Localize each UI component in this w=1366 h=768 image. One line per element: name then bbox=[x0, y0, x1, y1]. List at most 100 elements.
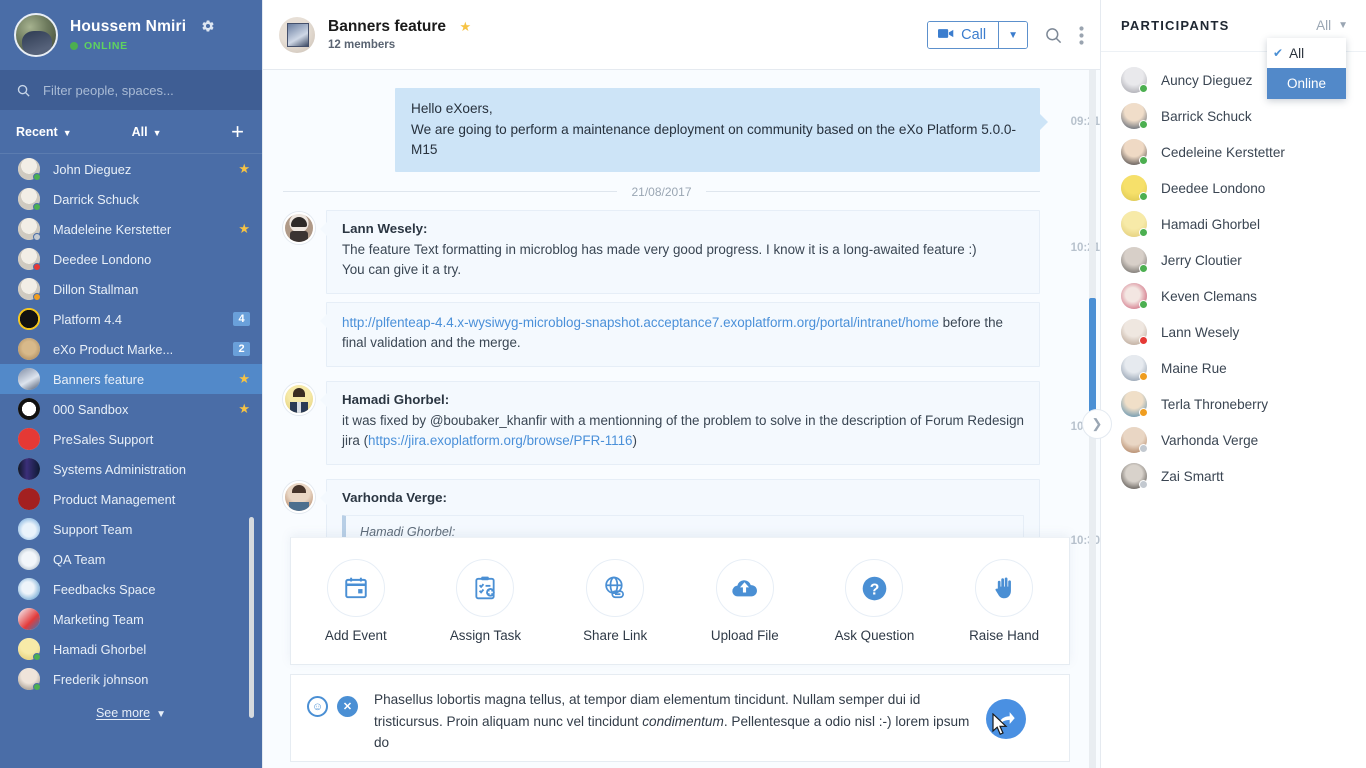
star-icon[interactable]: ★ bbox=[238, 161, 250, 177]
call-button-group: Call ▼ bbox=[927, 21, 1028, 49]
call-button[interactable]: Call bbox=[928, 22, 999, 48]
participant-item[interactable]: Jerry Cloutier bbox=[1101, 242, 1366, 278]
sidebar-item-madeleine-kerstetter[interactable]: Madeleine Kerstetter ★ bbox=[0, 214, 262, 244]
avatar bbox=[18, 338, 40, 360]
clipboard-task-icon bbox=[456, 559, 515, 617]
star-icon[interactable]: ★ bbox=[238, 401, 250, 417]
action-assign-task[interactable]: Assign Task bbox=[423, 559, 548, 643]
participant-item[interactable]: Zai Smartt bbox=[1101, 458, 1366, 494]
close-circle-icon[interactable]: ✕ bbox=[337, 696, 358, 717]
sidebar-item-john-dieguez[interactable]: John Dieguez ★ bbox=[0, 154, 262, 184]
kebab-menu-icon[interactable] bbox=[1079, 25, 1084, 45]
avatar bbox=[1121, 103, 1148, 129]
star-icon[interactable]: ★ bbox=[459, 19, 471, 35]
participant-item[interactable]: Varhonda Verge bbox=[1101, 422, 1366, 458]
participant-item[interactable]: Lann Wesely bbox=[1101, 314, 1366, 350]
call-options-caret[interactable]: ▼ bbox=[998, 22, 1027, 48]
action-ask-question[interactable]: ? Ask Question bbox=[812, 559, 937, 643]
sidebar-item-product-management[interactable]: Product Management bbox=[0, 484, 262, 514]
message-composer[interactable]: ☺ ✕ Phasellus lobortis magna tellus, at … bbox=[290, 674, 1070, 762]
participant-item[interactable]: Deedee Londono bbox=[1101, 170, 1366, 206]
message-text-part: ) bbox=[632, 433, 637, 448]
sidebar-item-support-team[interactable]: Support Team bbox=[0, 514, 262, 544]
user-profile-bar[interactable]: Houssem Nmiri ONLINE bbox=[0, 0, 262, 70]
sidebar-item-exo-product-marke[interactable]: eXo Product Marke... 2 bbox=[0, 334, 262, 364]
participant-item[interactable]: Maine Rue bbox=[1101, 350, 1366, 386]
avatar bbox=[18, 608, 40, 630]
message-link[interactable]: https://jira.exoplatform.org/browse/PFR-… bbox=[368, 433, 632, 448]
message-link[interactable]: http://plfenteap-4.4.x-wysiwyg-microblog… bbox=[342, 315, 939, 330]
participant-item[interactable]: Hamadi Ghorbel bbox=[1101, 206, 1366, 242]
sidebar-item-frederik-johnson[interactable]: Frederik johnson bbox=[0, 664, 262, 694]
sidebar-item-systems-administration[interactable]: Systems Administration bbox=[0, 454, 262, 484]
calendar-icon bbox=[326, 559, 385, 617]
action-raise-hand[interactable]: Raise Hand bbox=[942, 559, 1067, 643]
filter-all-dropdown[interactable]: All ▼ bbox=[132, 125, 162, 139]
avatar bbox=[1121, 319, 1148, 345]
message-bubble: Hamadi Ghorbel: it was fixed by @boubake… bbox=[320, 380, 1040, 465]
menu-item-online[interactable]: Online bbox=[1267, 68, 1346, 99]
participant-item[interactable]: Barrick Schuck bbox=[1101, 98, 1366, 134]
message-incoming-link: http://plfenteap-4.4.x-wysiwyg-microblog… bbox=[283, 301, 1040, 367]
avatar bbox=[18, 638, 41, 661]
participant-name: Keven Clemans bbox=[1161, 288, 1257, 304]
message-incoming: Lann Wesely: The feature Text formatting… bbox=[283, 209, 1100, 294]
divider bbox=[705, 191, 1040, 192]
participant-item[interactable]: Terla Throneberry bbox=[1101, 386, 1366, 422]
avatar bbox=[1121, 355, 1148, 381]
sidebar-item-hamadi-ghorbel[interactable]: Hamadi Ghorbel bbox=[0, 634, 262, 664]
header-actions: Call ▼ bbox=[927, 0, 1084, 70]
star-icon[interactable]: ★ bbox=[238, 371, 250, 387]
quick-actions-panel: Add Event Assign Task Share Link Upload Fil… bbox=[290, 537, 1070, 665]
sidebar-item-darrick-schuck[interactable]: Darrick Schuck bbox=[0, 184, 262, 214]
sidebar-item-000-sandbox[interactable]: 000 Sandbox ★ bbox=[0, 394, 262, 424]
sidebar-item-presales-support[interactable]: PreSales Support bbox=[0, 424, 262, 454]
sidebar-item-label: Marketing Team bbox=[53, 611, 144, 627]
sidebar-item-marketing-team[interactable]: Marketing Team bbox=[0, 604, 262, 634]
sidebar-item-label: Product Management bbox=[53, 491, 176, 507]
sidebar-item-banners-feature[interactable]: Banners feature ★ bbox=[0, 364, 262, 394]
search-icon[interactable] bbox=[1044, 26, 1063, 45]
participant-item[interactable]: Cedeleine Kerstetter bbox=[1101, 134, 1366, 170]
composer-icons: ☺ ✕ bbox=[307, 696, 358, 717]
action-share-link[interactable]: Share Link bbox=[553, 559, 678, 643]
status-dot-icon bbox=[1139, 84, 1148, 93]
avatar bbox=[283, 382, 315, 415]
action-add-event[interactable]: Add Event bbox=[293, 559, 418, 643]
smiley-icon[interactable]: ☺ bbox=[307, 696, 328, 717]
action-label: Ask Question bbox=[834, 628, 915, 643]
participant-item[interactable]: Keven Clemans bbox=[1101, 278, 1366, 314]
sidebar-item-feedbacks-space[interactable]: Feedbacks Space bbox=[0, 574, 262, 604]
filter-recent-dropdown[interactable]: Recent ▼ bbox=[16, 125, 72, 139]
avatar bbox=[18, 308, 40, 330]
composer-input[interactable]: Phasellus lobortis magna tellus, at temp… bbox=[374, 689, 974, 754]
participant-name: Hamadi Ghorbel bbox=[1161, 216, 1260, 232]
check-icon: ✔ bbox=[1273, 46, 1284, 60]
status-dot-icon bbox=[1139, 372, 1148, 381]
message-bubble: http://plfenteap-4.4.x-wysiwyg-microblog… bbox=[320, 301, 1040, 367]
avatar bbox=[18, 428, 40, 450]
menu-item-all[interactable]: ✔ All bbox=[1267, 38, 1346, 68]
sidebar-scrollbar[interactable] bbox=[249, 517, 254, 718]
gear-icon[interactable] bbox=[201, 19, 215, 36]
search-input[interactable] bbox=[43, 82, 246, 98]
svg-text:?: ? bbox=[870, 581, 880, 598]
composer-text-italic: condimentum bbox=[642, 713, 724, 729]
chevron-down-icon: ▼ bbox=[1338, 20, 1348, 31]
add-conversation-button[interactable]: + bbox=[231, 120, 244, 143]
sidebar-item-platform-4-4[interactable]: Platform 4.4 4 bbox=[0, 304, 262, 334]
send-button[interactable] bbox=[986, 699, 1026, 739]
see-more-button[interactable]: See more bbox=[96, 706, 150, 720]
star-icon[interactable]: ★ bbox=[238, 221, 250, 237]
profile-meta: Houssem Nmiri ONLINE bbox=[70, 18, 215, 52]
chevron-down-icon: ▼ bbox=[1008, 29, 1018, 41]
participants-filter-dropdown[interactable]: All ▼ bbox=[1316, 18, 1348, 33]
avatar bbox=[18, 548, 40, 570]
collapse-panel-button[interactable]: ❯ bbox=[1082, 409, 1112, 439]
sidebar-item-deedee-londono[interactable]: Deedee Londono bbox=[0, 244, 262, 274]
action-upload-file[interactable]: Upload File bbox=[682, 559, 807, 643]
sidebar-item-dillon-stallman[interactable]: Dillon Stallman bbox=[0, 274, 262, 304]
menu-item-label: Online bbox=[1286, 76, 1327, 91]
sidebar-search[interactable] bbox=[0, 70, 262, 110]
sidebar-item-qa-team[interactable]: QA Team bbox=[0, 544, 262, 574]
